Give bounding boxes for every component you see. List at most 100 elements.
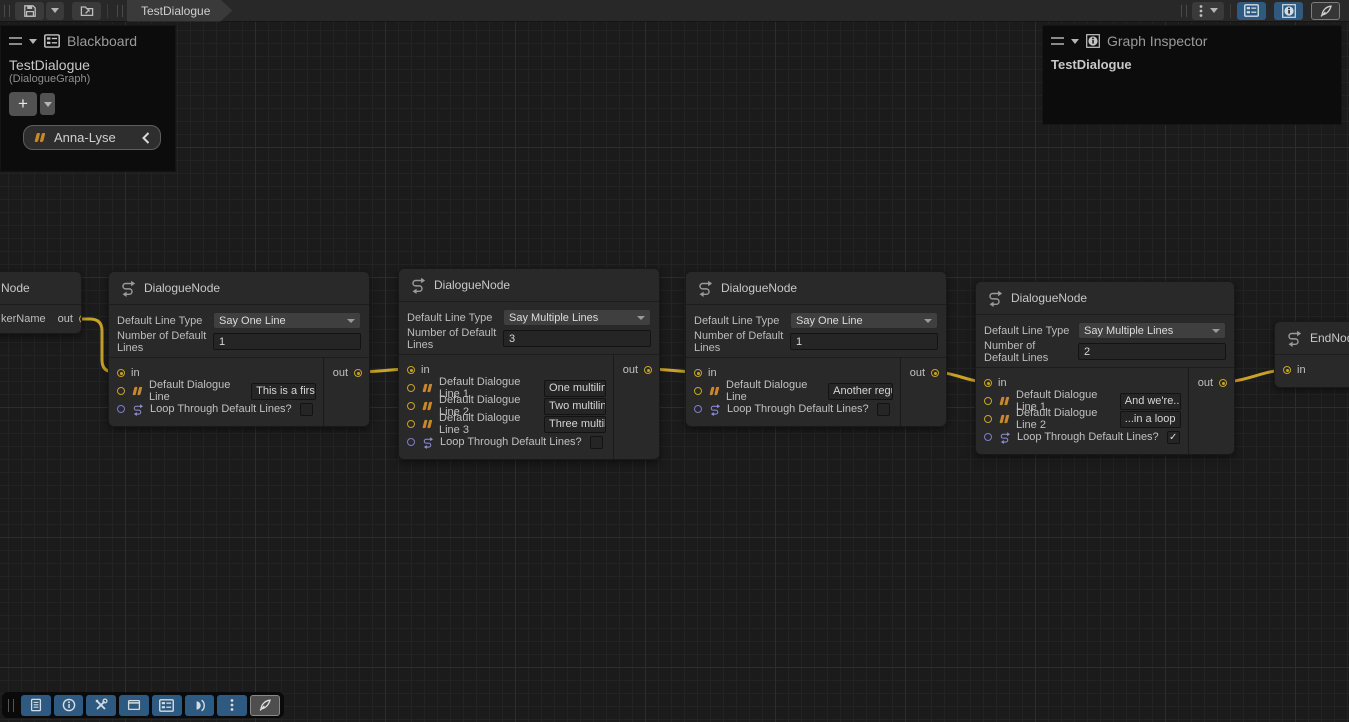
- dialogue-node-3[interactable]: DialogueNode Default Line Type Say One L…: [685, 271, 947, 427]
- quote-icon: [421, 401, 433, 411]
- loop-port[interactable]: [984, 433, 992, 441]
- start-node[interactable]: Node kerName out: [0, 271, 82, 334]
- transition-button[interactable]: [185, 695, 215, 716]
- dialogue-line-field[interactable]: Another regu: [828, 383, 893, 400]
- dialogue-node-2[interactable]: DialogueNode Default Line Type Say Multi…: [398, 268, 660, 460]
- speaker-name-label: kerName: [1, 313, 46, 325]
- line-type-dropdown[interactable]: Say Multiple Lines: [1078, 322, 1226, 339]
- out-port[interactable]: [931, 369, 939, 377]
- loop-label: Loop Through Default Lines?: [440, 436, 582, 448]
- blackboard-icon: [159, 699, 174, 712]
- toggle-preview-button[interactable]: [1311, 2, 1340, 20]
- out-port[interactable]: [354, 369, 362, 377]
- loop-port[interactable]: [694, 405, 702, 413]
- in-port[interactable]: [117, 369, 125, 377]
- dialogue-line-field[interactable]: Two multiline: [544, 398, 606, 415]
- top-toolbar: TestDialogue: [0, 0, 1349, 22]
- loop-port[interactable]: [117, 405, 125, 413]
- dialogue-line-field[interactable]: Three multili: [544, 416, 606, 433]
- dialogue-line-port[interactable]: [984, 415, 992, 423]
- out-port-label: out: [623, 364, 638, 376]
- blackboard-panel[interactable]: Blackboard TestDialogue (DialogueGraph) …: [0, 25, 176, 172]
- in-port-label: in: [1297, 364, 1306, 376]
- kebab-menu-icon: [229, 698, 235, 712]
- dialogue-line-port[interactable]: [117, 387, 125, 395]
- loop-checkbox[interactable]: [300, 403, 313, 416]
- panel-drag-icon[interactable]: [1051, 37, 1064, 45]
- quill-icon: [1319, 4, 1333, 18]
- count-label: Number of Default Lines: [117, 330, 207, 354]
- in-port[interactable]: [984, 379, 992, 387]
- end-node[interactable]: EndNode in: [1274, 321, 1349, 388]
- dialogue-line-port[interactable]: [407, 420, 415, 428]
- toolbar-drag-handle[interactable]: [117, 5, 123, 17]
- loop-checkbox[interactable]: [877, 403, 890, 416]
- toggle-inspector-button[interactable]: [1274, 2, 1303, 20]
- in-port[interactable]: [694, 369, 702, 377]
- loop-checkbox[interactable]: ✓: [1167, 431, 1180, 444]
- add-property-button[interactable]: +: [9, 92, 37, 116]
- window-button[interactable]: [119, 695, 149, 716]
- toolbar-drag-handle[interactable]: [8, 699, 14, 712]
- line-type-dropdown[interactable]: Say One Line: [213, 312, 361, 329]
- count-field[interactable]: 2: [1078, 343, 1226, 360]
- add-property-options-button[interactable]: [40, 93, 55, 115]
- line-type-label: Default Line Type: [407, 312, 497, 324]
- inspector-graph-name: TestDialogue: [1043, 53, 1341, 72]
- exposed-property-anna-lyse[interactable]: Anna-Lyse: [23, 125, 161, 150]
- quote-icon: [998, 396, 1010, 406]
- tools-button[interactable]: [86, 695, 116, 716]
- dialogue-line-field[interactable]: This is a first: [251, 383, 316, 400]
- tab-label: TestDialogue: [141, 4, 210, 18]
- flow-icon: [1285, 329, 1302, 347]
- dialogue-line-port[interactable]: [984, 397, 992, 405]
- out-port-label: out: [1198, 377, 1213, 389]
- options-menu-button[interactable]: [1192, 2, 1224, 20]
- line-type-dropdown[interactable]: Say One Line: [790, 312, 938, 329]
- dialogue-line-label: Default Dialogue Line 2: [1016, 407, 1114, 431]
- blackboard-button[interactable]: [152, 695, 182, 716]
- toggle-blackboard-button[interactable]: [1237, 2, 1266, 20]
- count-field[interactable]: 1: [790, 333, 938, 350]
- count-field[interactable]: 3: [503, 330, 651, 347]
- dialogue-node-1[interactable]: DialogueNode Default Line Type Say One L…: [108, 271, 370, 427]
- collapse-chevron-icon[interactable]: [29, 39, 37, 44]
- in-port[interactable]: [1283, 366, 1291, 374]
- count-field[interactable]: 1: [213, 333, 361, 350]
- loop-checkbox[interactable]: [590, 436, 603, 449]
- in-port[interactable]: [407, 366, 415, 374]
- preview-button[interactable]: [250, 695, 280, 716]
- loop-port[interactable]: [407, 438, 415, 446]
- loop-flow-icon: [998, 431, 1011, 444]
- show-in-project-button[interactable]: [72, 2, 101, 20]
- dialogue-line-port[interactable]: [407, 402, 415, 410]
- out-port[interactable]: [1219, 379, 1227, 387]
- dialogue-line-field[interactable]: ...in a loop: [1120, 411, 1181, 428]
- flow-icon: [986, 289, 1003, 307]
- toolbar-drag-handle[interactable]: [1181, 5, 1187, 17]
- blackboard-icon: [44, 34, 60, 48]
- dialogue-line-field[interactable]: One multiline: [544, 380, 606, 397]
- graph-inspector-panel[interactable]: Graph Inspector TestDialogue: [1042, 25, 1342, 125]
- dialogue-node-4[interactable]: DialogueNode Default Line Type Say Multi…: [975, 281, 1235, 455]
- out-port[interactable]: [79, 315, 82, 323]
- dialogue-line-port[interactable]: [694, 387, 702, 395]
- notes-button[interactable]: [21, 695, 51, 716]
- tab-testdialogue[interactable]: TestDialogue: [127, 0, 232, 22]
- blackboard-header-label: Blackboard: [67, 33, 137, 49]
- info-button[interactable]: [54, 695, 84, 716]
- dialogue-line-port[interactable]: [407, 384, 415, 392]
- collapse-chevron-icon[interactable]: [1071, 39, 1079, 44]
- in-port-label: in: [708, 367, 717, 379]
- dialogue-line-field[interactable]: And we're...: [1120, 393, 1181, 410]
- save-options-button[interactable]: [46, 2, 64, 20]
- chevron-left-icon[interactable]: [141, 131, 151, 145]
- save-button[interactable]: [15, 2, 44, 20]
- more-options-button[interactable]: [217, 695, 247, 716]
- out-port[interactable]: [644, 366, 652, 374]
- panel-drag-icon[interactable]: [9, 37, 22, 45]
- quote-icon: [33, 132, 46, 143]
- chevron-down-icon: [51, 8, 59, 13]
- line-type-dropdown[interactable]: Say Multiple Lines: [503, 309, 651, 326]
- toolbar-drag-handle[interactable]: [4, 5, 10, 17]
